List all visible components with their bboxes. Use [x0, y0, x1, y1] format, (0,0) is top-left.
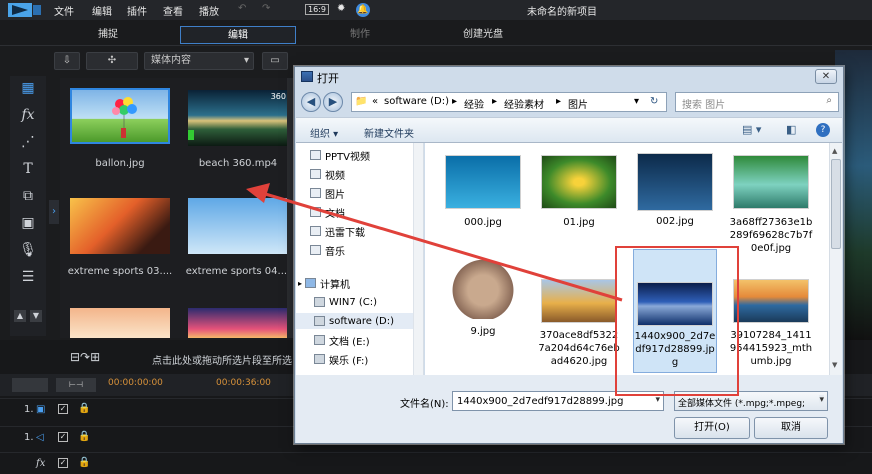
annotation-arrow: [246, 183, 623, 302]
annotation-arrow-line: [261, 191, 623, 302]
annotation-arrow-head: [246, 183, 270, 203]
